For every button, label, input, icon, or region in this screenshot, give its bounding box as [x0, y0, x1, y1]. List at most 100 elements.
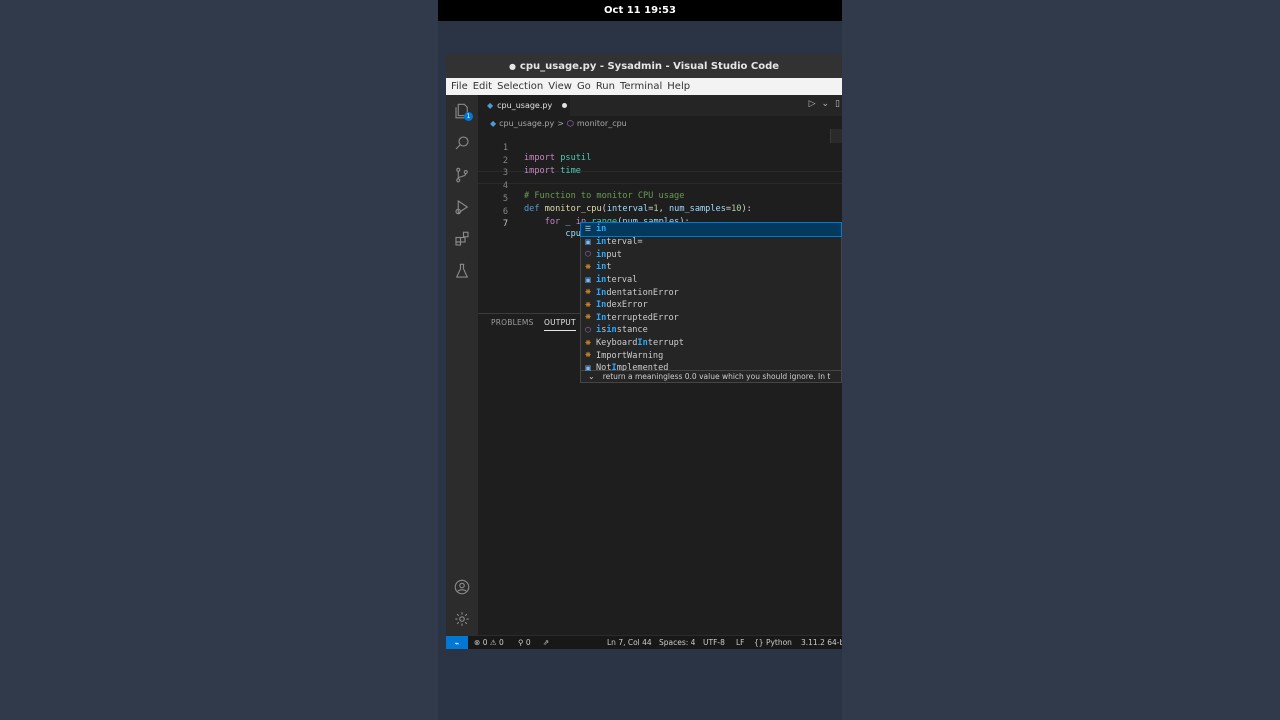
split-editor-icon[interactable]: ▯	[835, 99, 840, 109]
suggestion-item[interactable]: ▣ in terval	[581, 274, 841, 287]
source-control-icon[interactable]	[446, 161, 478, 189]
screen-recording-frame: Oct 11 19:53 ● cpu_usage.py - Sysadmin -…	[438, 0, 842, 720]
menu-selection[interactable]: Selection	[496, 81, 547, 92]
code-line-active: 7 cpu_precent = psutil.cpu_percent(in)	[478, 209, 842, 241]
method-icon: ⬡	[584, 250, 592, 259]
chevron-down-icon[interactable]: ⌄	[822, 99, 830, 109]
window-title: cpu_usage.py - Sysadmin - Visual Studio …	[519, 60, 780, 72]
menu-edit[interactable]: Edit	[472, 81, 496, 92]
suggestion-text: Warning	[627, 350, 664, 361]
match-highlight: in	[596, 236, 607, 247]
ports-status[interactable]: ⚲ 0	[518, 638, 531, 647]
code-line: 5 def monitor_cpu(interval=1, num_sample…	[478, 184, 842, 214]
suggestion-item[interactable]: ❋ in t	[581, 261, 841, 274]
menu-terminal[interactable]: Terminal	[619, 81, 666, 92]
language-mode[interactable]: {} Python	[754, 638, 792, 647]
method-icon: ⬡	[584, 326, 592, 335]
breadcrumb-file[interactable]: cpu_usage.py	[499, 119, 554, 128]
tab-label: cpu_usage.py	[497, 101, 553, 110]
suggestion-text: Keyboard	[596, 338, 638, 349]
suggestion-widget[interactable]: ☰ in ▣ in terval= ⬡ in put ❋ in t ▣ in terval ❋ In denta…	[580, 222, 842, 373]
suggestion-item[interactable]: ☰ in	[580, 222, 842, 237]
explorer-icon[interactable]: 1	[446, 97, 478, 125]
menu-go[interactable]: Go	[576, 81, 595, 92]
background-right	[842, 0, 1280, 720]
suggestion-text: put	[606, 249, 622, 260]
ports-icon: ⚲	[518, 638, 524, 647]
code-line: 6 for _ in range(num_samples):	[478, 197, 842, 227]
match-highlight: in	[596, 249, 607, 260]
testing-icon[interactable]	[446, 257, 478, 285]
breadcrumb: ◆ cpu_usage.py > ⬡ monitor_cpu	[490, 119, 627, 128]
suggestion-text: stance	[616, 325, 648, 336]
background-left	[0, 0, 438, 720]
match-highlight: In	[637, 338, 648, 349]
variable-icon: ▣	[584, 275, 592, 284]
match-highlight: In	[596, 287, 607, 298]
code-line: 4 # Function to monitor CPU usage	[478, 171, 842, 201]
menu-file[interactable]: File	[450, 81, 472, 92]
chevron-down-icon[interactable]: ⌄	[588, 372, 595, 381]
python-interpreter[interactable]: 3.11.2 64-b	[801, 638, 842, 647]
extensions-icon[interactable]	[446, 225, 478, 253]
manage-gear-icon[interactable]	[446, 605, 478, 633]
suggestion-item[interactable]: ❋ In terruptedError	[581, 311, 841, 324]
code-line: 3	[478, 158, 842, 178]
suggestion-item[interactable]: ❋ Import Warning	[581, 349, 841, 362]
search-icon[interactable]	[446, 129, 478, 157]
suggestion-item[interactable]: ❋ In dexError	[581, 299, 841, 312]
menu-bar: File Edit Selection View Go Run Terminal…	[446, 78, 842, 95]
breadcrumb-separator: >	[557, 119, 564, 128]
warning-count: 0	[498, 638, 504, 647]
modified-indicator: ●	[508, 61, 516, 71]
end-of-line[interactable]: LF	[736, 638, 745, 647]
warning-icon: ⚠	[489, 638, 497, 647]
suggestion-item[interactable]: ❋ Keyboard In terrupt	[581, 337, 841, 350]
language-label: Python	[765, 638, 792, 647]
explorer-badge: 1	[464, 112, 473, 121]
python-file-icon: ◆	[487, 101, 494, 110]
menu-view[interactable]: View	[547, 81, 576, 92]
tab-output[interactable]: OUTPUT	[544, 318, 576, 331]
match-highlight: In	[596, 312, 607, 323]
system-clock: Oct 11 19:53	[604, 5, 676, 16]
editor-actions: ▷ ⌄ ▯	[809, 99, 840, 109]
line-number: 7	[502, 219, 508, 230]
cursor-position[interactable]: Ln 7, Col 44	[607, 638, 652, 647]
tab-problems[interactable]: PROBLEMS	[491, 318, 534, 327]
match-highlight: in	[606, 325, 617, 336]
encoding[interactable]: UTF-8	[703, 638, 725, 647]
accounts-icon[interactable]	[446, 573, 478, 601]
menu-run[interactable]: Run	[595, 81, 619, 92]
run-python-icon[interactable]: ▷	[809, 99, 816, 109]
suggestion-item[interactable]: ⬡ i s in stance	[581, 324, 841, 337]
workbench: 1 ◆ cpu_usage.py ▷ ⌄ ▯ ◆ cpu_usage.py > …	[446, 95, 842, 635]
suggestion-text: dentationError	[606, 287, 679, 298]
breadcrumb-symbol[interactable]: monitor_cpu	[577, 119, 627, 128]
class-icon: ❋	[585, 351, 591, 360]
problems-status[interactable]: ⊗ 0 ⚠ 0	[474, 638, 504, 647]
run-debug-icon[interactable]	[446, 193, 478, 221]
suggestion-item[interactable]: ⬡ in put	[581, 248, 841, 261]
vscode-window: ● cpu_usage.py - Sysadmin - Visual Studi…	[446, 54, 842, 649]
suggestion-text: terrupt	[647, 338, 684, 349]
system-top-bar: Oct 11 19:53	[438, 0, 842, 21]
code-line: 2 import time	[478, 146, 842, 176]
suggestion-item[interactable]: ❋ In dentationError	[581, 286, 841, 299]
live-share-icon[interactable]: ⇗	[543, 638, 549, 647]
braces-icon: {}	[754, 638, 764, 647]
variable-icon: ▣	[584, 237, 592, 246]
editor-tabs: ◆ cpu_usage.py ▷ ⌄ ▯	[478, 95, 842, 116]
match-highlight: In	[596, 300, 607, 311]
menu-help[interactable]: Help	[666, 81, 694, 92]
title-bar: ● cpu_usage.py - Sysadmin - Visual Studi…	[446, 54, 842, 78]
python-file-icon: ◆	[490, 119, 497, 128]
remote-indicator-icon[interactable]: ⌁	[446, 636, 468, 649]
indentation[interactable]: Spaces: 4	[659, 638, 695, 647]
suggestion-details[interactable]: ⌄ return a meaningless 0.0 value which y…	[580, 371, 842, 383]
class-icon: ❋	[585, 338, 591, 347]
suggestion-text: terval=	[606, 236, 643, 247]
tab-cpu-usage[interactable]: ◆ cpu_usage.py	[478, 95, 570, 116]
suggestion-item[interactable]: ▣ in terval=	[581, 236, 841, 249]
suggestion-text: terruptedError	[606, 312, 679, 323]
